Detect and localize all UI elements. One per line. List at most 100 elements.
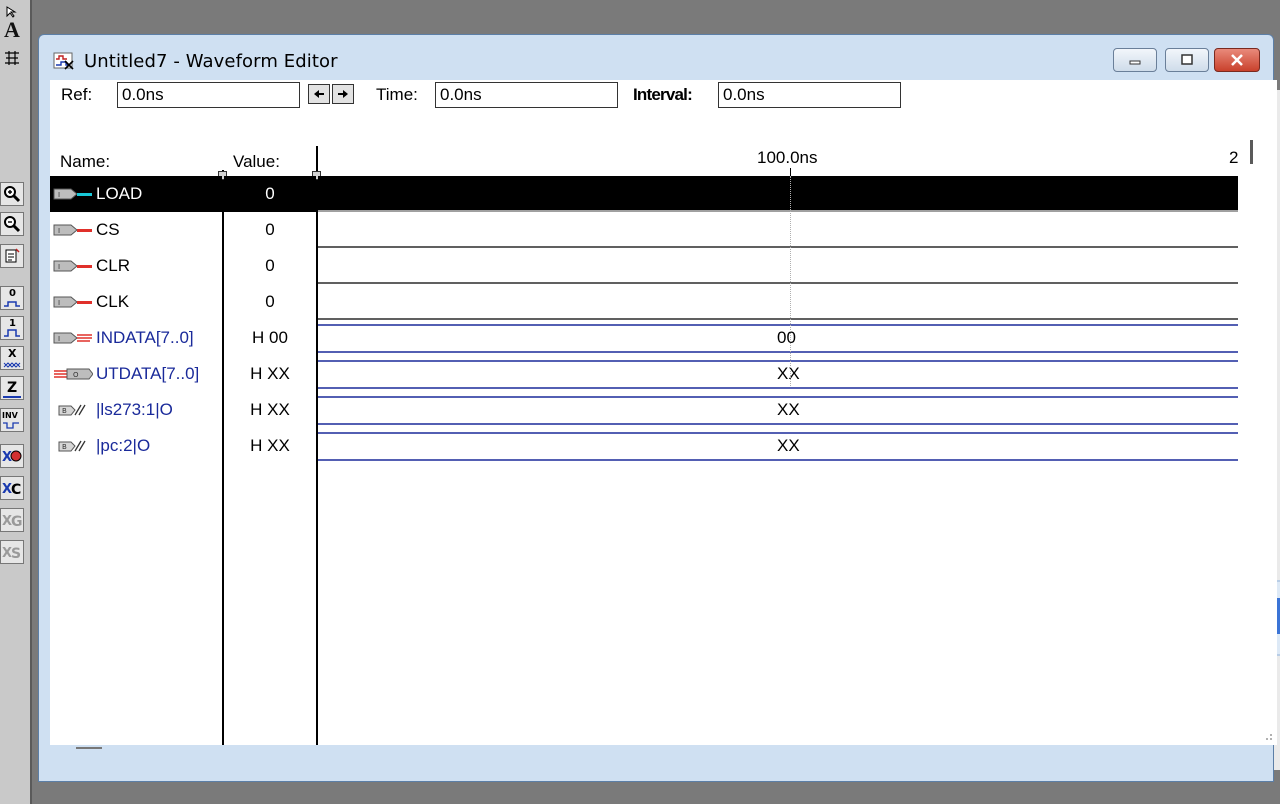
signal-row[interactable]: O UTDATA[7..0] H XX XX [50, 356, 1238, 392]
svg-text:I: I [58, 191, 60, 199]
value-column-header: Value: [233, 152, 280, 171]
waveform-trace [318, 246, 1238, 248]
previous-transition-button[interactable] [308, 84, 330, 104]
svg-text:Z: Z [7, 380, 17, 396]
signal-value[interactable]: 0 [224, 248, 316, 284]
output-bus-icon: O [54, 368, 93, 380]
waveform-trace [318, 318, 1238, 320]
svg-text:I: I [58, 299, 60, 307]
node-tool-icon[interactable] [0, 46, 24, 70]
signal-row[interactable]: B |ls273:1|O H XX XX [50, 392, 1238, 428]
signal-waveform[interactable] [318, 284, 1238, 320]
signal-name-cell[interactable]: B |pc:2|O [50, 428, 222, 464]
signal-waveform[interactable]: 00 [318, 320, 1238, 356]
waveform-editor-icon [53, 52, 74, 70]
signal-waveform[interactable] [318, 212, 1238, 248]
waveform-trace [318, 282, 1238, 284]
signal-value[interactable]: 0 [224, 212, 316, 248]
name-column-header: Name: [60, 152, 111, 171]
minimize-button[interactable] [1113, 48, 1157, 72]
signal-value[interactable]: H XX [224, 428, 316, 464]
set-unknown-icon[interactable]: X [0, 346, 24, 370]
input-bus-icon: I [53, 332, 92, 344]
window-title: Untitled7 - Waveform Editor [84, 51, 338, 72]
signal-value[interactable]: H XX [224, 356, 316, 392]
scroll-indicator[interactable] [1250, 140, 1253, 164]
zoom-out-icon[interactable] [0, 212, 24, 236]
time-ruler-tick-next: 2 [1229, 148, 1239, 167]
time-field[interactable]: 0.0ns [435, 82, 618, 108]
signal-row[interactable]: I CLK 0 [50, 284, 1238, 320]
signal-waveform[interactable] [318, 176, 1238, 212]
signal-value[interactable]: H 00 [224, 320, 316, 356]
interval-label: Interval: [633, 85, 693, 104]
svg-text:O: O [73, 371, 79, 379]
ref-field[interactable]: 0.0ns [117, 82, 300, 108]
svg-text:0: 0 [9, 288, 16, 299]
left-arrow-icon [314, 90, 324, 98]
signal-row[interactable]: I CLR 0 [50, 248, 1238, 284]
editor-content: Ref: 0.0ns Time: 0.0ns Interval: 0.0ns N… [50, 80, 1277, 749]
signal-row[interactable]: I LOAD 0 [50, 176, 1238, 212]
bus-value-label: 00 [777, 328, 796, 347]
minimize-icon [1129, 60, 1141, 65]
right-arrow-icon [338, 90, 348, 98]
svg-text:X: X [8, 347, 17, 360]
set-low-icon[interactable]: 0 [0, 286, 24, 310]
signal-value[interactable]: 0 [224, 284, 316, 320]
svg-text:G: G [11, 514, 23, 530]
svg-text:B: B [62, 443, 67, 451]
time-grid-line [790, 176, 791, 386]
signal-name: LOAD [96, 184, 143, 203]
signal-row[interactable]: B |pc:2|O H XX XX [50, 428, 1238, 464]
waveform-editor-window: Untitled7 - Waveform Editor Ref: 0.0ns T… [38, 34, 1277, 782]
bus-value-label: XX [777, 400, 800, 419]
time-label: Time: [376, 85, 418, 104]
overwrite-clock-icon[interactable]: XC [0, 476, 24, 500]
signal-name-cell[interactable]: I CS [50, 212, 222, 248]
set-highz-icon[interactable]: Z [0, 376, 24, 400]
input-pin-icon: I [53, 224, 92, 236]
signal-waveform[interactable]: XX [318, 392, 1238, 428]
maximize-button[interactable] [1165, 48, 1209, 72]
waveform-trace [318, 210, 1238, 212]
signal-value[interactable]: H XX [224, 392, 316, 428]
svg-text:X: X [2, 450, 12, 465]
maximize-icon [1181, 54, 1193, 65]
signal-name-cell[interactable]: I CLR [50, 248, 222, 284]
svg-text:I: I [58, 227, 60, 235]
tool-palette: A 0 1 X Z INV X XC XG XS [0, 0, 32, 804]
signal-value[interactable]: 0 [224, 176, 316, 212]
zoom-in-icon[interactable] [0, 182, 24, 206]
fit-window-icon[interactable] [0, 244, 24, 268]
signal-waveform[interactable] [318, 248, 1238, 284]
title-bar[interactable]: Untitled7 - Waveform Editor [39, 35, 1273, 80]
signal-name: |pc:2|O [96, 436, 151, 455]
resize-grip-icon[interactable] [1263, 731, 1273, 741]
next-transition-button[interactable] [332, 84, 354, 104]
status-bar-indicator [76, 747, 102, 749]
invert-icon[interactable]: INV [0, 408, 24, 432]
signal-name-cell[interactable]: I INDATA[7..0] [50, 320, 222, 356]
signal-row[interactable]: I INDATA[7..0] H 00 00 [50, 320, 1238, 356]
signal-waveform[interactable]: XX [318, 356, 1238, 392]
signal-waveform[interactable]: XX [318, 428, 1238, 464]
overwrite-count-icon[interactable]: X [0, 444, 24, 468]
signal-list: I LOAD 0 I CS 0 I CLR 0 I CLK 0 I INDATA[7..0] H 00 00 O… [50, 176, 1238, 476]
signal-name-cell[interactable]: I LOAD [50, 176, 222, 212]
interval-field[interactable]: 0.0ns [718, 82, 901, 108]
svg-text:B: B [62, 407, 67, 415]
text-tool-icon[interactable]: A [0, 17, 24, 42]
svg-text:1: 1 [9, 318, 16, 329]
signal-name-cell[interactable]: O UTDATA[7..0] [50, 356, 222, 392]
signal-name: INDATA[7..0] [96, 328, 194, 347]
signal-name-cell[interactable]: I CLK [50, 284, 222, 320]
close-button[interactable] [1214, 48, 1260, 72]
set-high-icon[interactable]: 1 [0, 316, 24, 340]
svg-text:S: S [11, 546, 21, 562]
ref-label: Ref: [61, 85, 93, 104]
signal-name-cell[interactable]: B |ls273:1|O [50, 392, 222, 428]
signal-name: CLK [96, 292, 130, 311]
signal-row[interactable]: I CS 0 [50, 212, 1238, 248]
input-pin-icon: I [53, 188, 92, 200]
